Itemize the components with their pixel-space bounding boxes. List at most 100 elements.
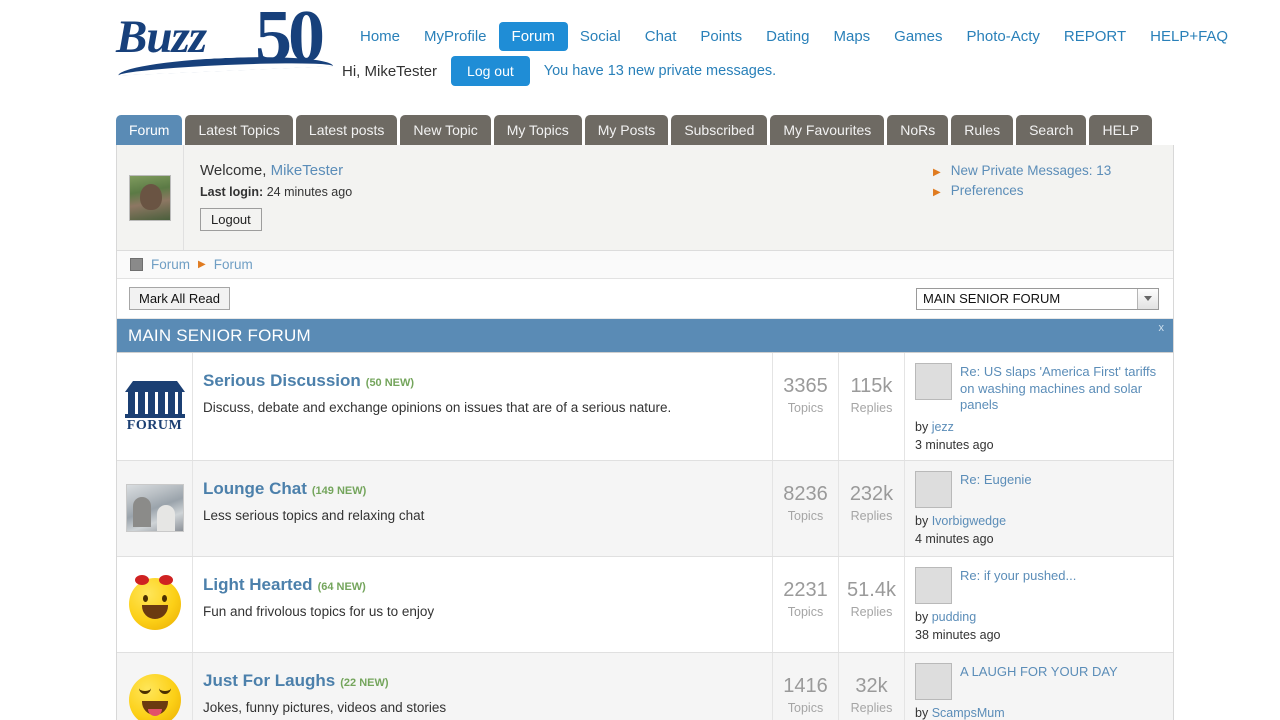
close-icon[interactable]: x — [1159, 322, 1165, 334]
tab-my-topics[interactable]: My Topics — [493, 115, 582, 145]
columns-shape — [127, 392, 182, 415]
forum-description: Discuss, debate and exchange opinions on… — [203, 400, 672, 415]
tab-latest-posts[interactable]: Latest posts — [295, 115, 398, 145]
tab-latest-topics[interactable]: Latest Topics — [185, 115, 293, 145]
tab-forum[interactable]: Forum — [116, 115, 183, 145]
forum-select[interactable]: MAIN SENIOR FORUM — [916, 287, 1159, 310]
laughing-smiley-icon[interactable] — [128, 674, 181, 720]
forum-row[interactable]: Lounge Chat (149 NEW) Less serious topics … — [117, 460, 1173, 557]
log-out-button[interactable]: Log out — [451, 56, 530, 86]
chevron-down-icon — [1144, 296, 1152, 301]
private-messages-notice[interactable]: You have 13 new private messages. — [544, 63, 776, 79]
mouth-shape — [141, 605, 168, 619]
tab-subscribed[interactable]: Subscribed — [671, 115, 768, 145]
tab-help[interactable]: HELP — [1089, 115, 1153, 145]
topnav-item-report[interactable]: REPORT — [1052, 23, 1138, 50]
woman-bw-thumb[interactable] — [915, 566, 952, 604]
last-post-top: Re: if your pushed... — [915, 566, 1165, 604]
forum-name-link[interactable]: Lounge Chat — [203, 479, 307, 498]
forum-row[interactable]: Light Hearted (64 NEW) Fun and frivolous t… — [117, 556, 1173, 653]
welcome-link-0[interactable]: New Private Messages: 13 — [951, 163, 1112, 178]
logo-word: Buzz — [116, 11, 207, 63]
replies-count: 232k — [849, 482, 894, 505]
pediment-shape — [124, 381, 185, 393]
couple-photo-icon[interactable] — [125, 484, 184, 532]
site-logo[interactable]: Buzz 50 — [112, 0, 342, 78]
tab-rules[interactable]: Rules — [951, 115, 1014, 145]
last-login-value: 24 minutes ago — [266, 185, 353, 199]
welcome-link-1[interactable]: Preferences — [951, 183, 1024, 198]
flower-butterfly-thumb[interactable] — [915, 363, 952, 400]
gorilla-thumb[interactable] — [915, 470, 952, 508]
last-post-time: 4 minutes ago — [915, 531, 994, 546]
user-bar: Hi, MikeTester Log out You have 13 new p… — [342, 56, 776, 86]
forum-row[interactable]: FORUM Serious Discussion (50 NEW) Discuss, … — [117, 353, 1173, 461]
topnav-item-games[interactable]: Games — [882, 23, 954, 50]
by-label: by — [915, 419, 929, 434]
topics-cell: 8236 Topics — [773, 460, 839, 556]
last-post-author-link[interactable]: pudding — [932, 610, 977, 624]
tab-new-topic[interactable]: New Topic — [400, 115, 491, 145]
topnav-item-help-faq[interactable]: HELP+FAQ — [1138, 23, 1240, 50]
forum-select-arrow[interactable] — [1137, 288, 1158, 309]
tab-my-favourites[interactable]: My Favourites — [770, 115, 885, 145]
topnav-item-social[interactable]: Social — [568, 23, 633, 50]
breadcrumb-separator-icon: ▶ — [198, 259, 206, 270]
tab-my-posts[interactable]: My Posts — [584, 115, 669, 145]
last-post-author-link[interactable]: ScampsMum — [932, 706, 1005, 720]
tab-nors[interactable]: NoRs — [887, 115, 949, 145]
forum-icon-cell — [117, 556, 193, 652]
greeting-text: Hi, MikeTester — [342, 62, 438, 80]
topics-cell: 3365 Topics — [773, 353, 839, 460]
last-post-title-link[interactable]: A LAUGH FOR YOUR DAY — [960, 663, 1118, 700]
topnav-item-maps[interactable]: Maps — [821, 23, 882, 50]
topnav-item-photo-acty[interactable]: Photo-Acty — [955, 23, 1052, 50]
welcome-username-link[interactable]: MikeTester — [271, 162, 344, 179]
tab-search[interactable]: Search — [1016, 115, 1087, 145]
last-post-title-link[interactable]: Re: US slaps 'America First' tariffs on … — [960, 363, 1165, 414]
forum-columns-icon[interactable]: FORUM — [124, 380, 186, 433]
topics-cell: 1416 Topics — [773, 652, 839, 720]
topnav-item-points[interactable]: Points — [688, 23, 754, 50]
forum-name-link[interactable]: Light Hearted — [203, 575, 313, 594]
replies-label: Replies — [850, 508, 893, 523]
topnav-item-myprofile[interactable]: MyProfile — [412, 23, 499, 50]
last-post-author-link[interactable]: Ivorbigwedge — [932, 514, 1006, 528]
lady-photo-thumb[interactable] — [915, 662, 952, 700]
avatar[interactable] — [129, 174, 171, 221]
last-login-label: Last login: — [200, 185, 264, 199]
eye-right — [158, 688, 171, 694]
bullet-arrow-icon: ▶ — [933, 187, 941, 198]
last-post-title-link[interactable]: Re: Eugenie — [960, 471, 1032, 508]
topnav-item-chat[interactable]: Chat — [633, 23, 689, 50]
last-login-line: Last login: 24 minutes ago — [200, 185, 933, 199]
bow-shape — [134, 575, 149, 585]
replies-count: 51.4k — [847, 578, 896, 601]
logout-button[interactable]: Logout — [200, 208, 262, 231]
replies-cell: 32k Replies — [839, 652, 905, 720]
last-post-top: Re: Eugenie — [915, 470, 1165, 508]
mark-all-read-button[interactable]: Mark All Read — [129, 287, 230, 310]
forum-controls-row: Mark All Read MAIN SENIOR FORUM — [117, 279, 1173, 319]
topnav-item-home[interactable]: Home — [348, 23, 412, 50]
replies-count: 32k — [855, 674, 888, 697]
welcome-panel: Welcome, MikeTester Last login: 24 minut… — [117, 145, 1173, 251]
forum-row[interactable]: Just For Laughs (22 NEW) Jokes, funny pict… — [117, 652, 1173, 720]
last-post-title-link[interactable]: Re: if your pushed... — [960, 567, 1076, 604]
welcome-avatar-cell — [117, 145, 184, 250]
last-post-author-link[interactable]: jezz — [932, 420, 954, 434]
breadcrumb-item-0[interactable]: Forum — [151, 257, 190, 272]
forum-name-link[interactable]: Just For Laughs — [203, 671, 335, 690]
last-post-top: A LAUGH FOR YOUR DAY — [915, 662, 1165, 700]
last-post-cell: Re: Eugenie by Ivorbigwedge 4 minutes ago — [905, 461, 1173, 556]
topnav-item-forum[interactable]: Forum — [498, 22, 568, 51]
breadcrumb-item-1[interactable]: Forum — [214, 257, 253, 272]
last-post-author-line: by jezz — [915, 420, 1165, 434]
dancing-smiley-icon[interactable] — [128, 575, 181, 630]
last-post-cell: Re: US slaps 'America First' tariffs on … — [905, 353, 1173, 460]
bullet-arrow-icon: ▶ — [933, 167, 941, 178]
forum-tab-strip: Forum Latest Topics Latest posts New Topic M… — [116, 114, 1153, 145]
topnav-item-dating[interactable]: Dating — [754, 23, 821, 50]
home-square-icon[interactable] — [130, 258, 143, 271]
forum-name-link[interactable]: Serious Discussion — [203, 371, 361, 390]
